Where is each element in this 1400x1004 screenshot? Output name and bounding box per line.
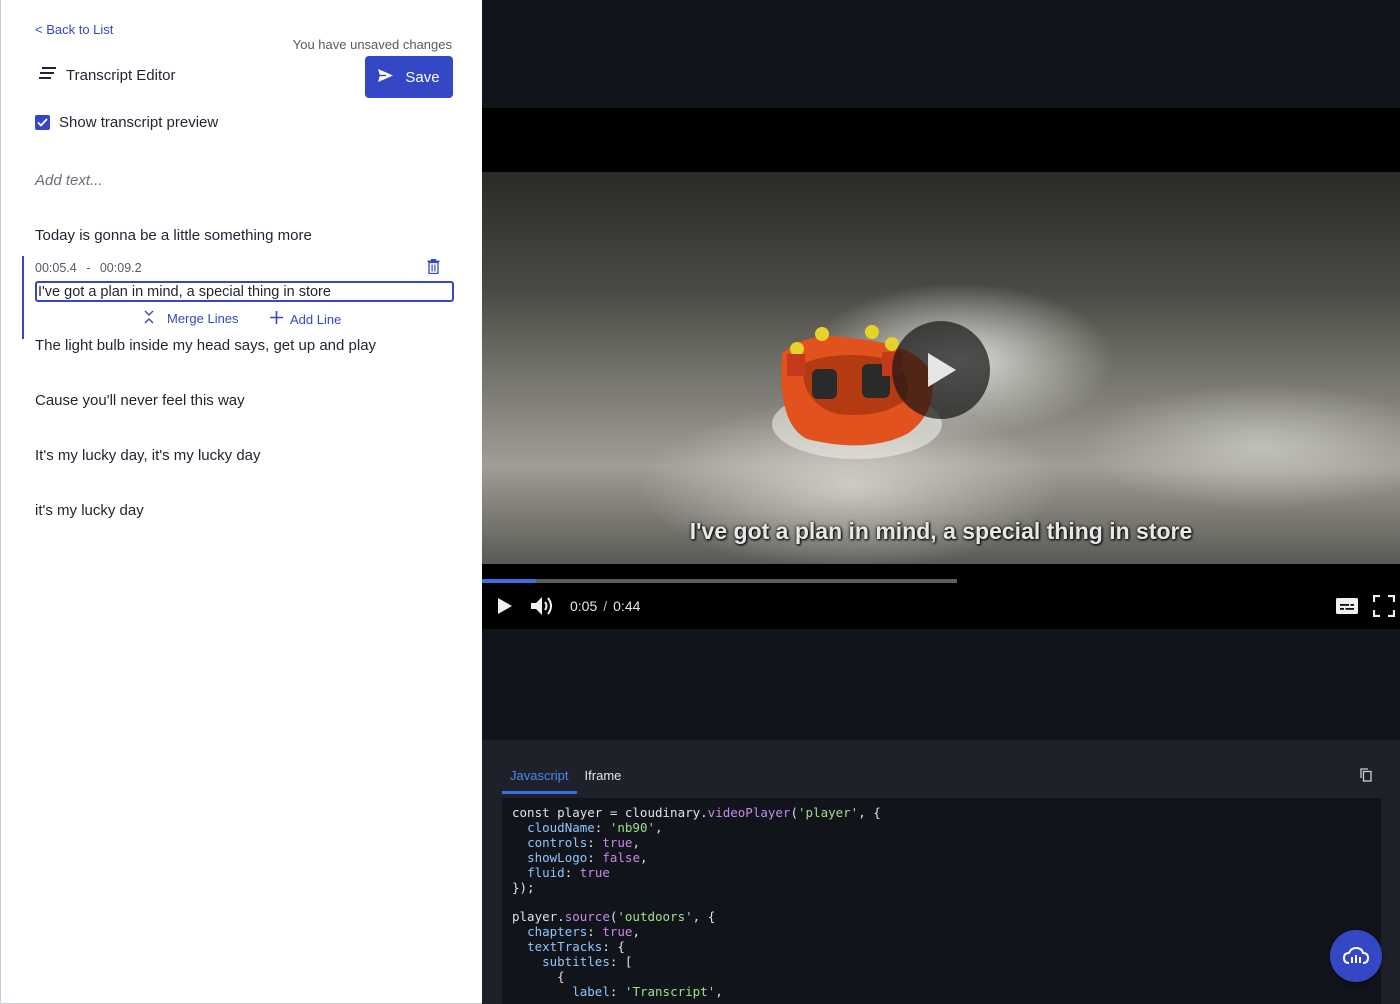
back-to-list-link[interactable]: < Back to List: [35, 22, 113, 37]
transcript-line[interactable]: it's my lucky day: [35, 502, 144, 519]
editor-header: Transcript Editor: [39, 66, 175, 84]
transcript-line[interactable]: The light bulb inside my head says, get …: [35, 337, 376, 354]
tab-iframe[interactable]: Iframe: [577, 762, 630, 794]
merge-icon: [143, 310, 155, 327]
line-end-time: 00:09.2: [99, 261, 142, 275]
active-line-indicator: [22, 256, 24, 339]
timecode-separator: -: [86, 261, 91, 275]
line-start-time: 00:05.4: [35, 261, 77, 275]
volume-icon[interactable]: [530, 595, 556, 617]
line-timecode: 00:05.4 - 00:09.2: [35, 261, 142, 275]
merge-lines-button[interactable]: Merge Lines: [143, 310, 239, 327]
progress-bar[interactable]: [482, 579, 957, 583]
send-icon: [378, 68, 394, 86]
add-text-input[interactable]: Add text...: [35, 172, 103, 189]
progress-fill: [482, 579, 537, 583]
play-icon[interactable]: [494, 595, 516, 617]
player-controls: 0:05 / 0:44: [482, 588, 1400, 624]
checkmark-icon[interactable]: [35, 115, 50, 130]
save-button[interactable]: Save: [365, 56, 453, 98]
video-subtitle: I've got a plan in mind, a special thing…: [689, 518, 1193, 544]
active-line-input[interactable]: [35, 281, 454, 302]
fullscreen-icon[interactable]: [1373, 595, 1395, 617]
show-preview-label: Show transcript preview: [59, 114, 219, 131]
time-display: 0:05 / 0:44: [570, 598, 640, 614]
video-player[interactable]: I've got a plan in mind, a special thing…: [482, 108, 1400, 629]
plus-icon: [269, 310, 284, 328]
copy-icon[interactable]: [1360, 768, 1372, 787]
play-icon: [928, 353, 956, 387]
code-snippet[interactable]: const player = cloudinary.videoPlayer('p…: [502, 798, 1381, 1004]
code-text: const player = cloudinary.videoPlayer('p…: [512, 805, 881, 999]
duration: 0:44: [613, 598, 641, 614]
big-play-button[interactable]: [892, 321, 990, 419]
current-time: 0:05: [570, 598, 598, 614]
code-tabs: Javascript Iframe: [502, 762, 629, 794]
embed-code-panel: Javascript Iframe const player = cloudin…: [482, 740, 1400, 1004]
save-button-label: Save: [405, 68, 440, 86]
merge-lines-label: Merge Lines: [167, 311, 239, 326]
transcript-editor-panel: < Back to List You have unsaved changes …: [0, 0, 482, 1004]
add-line-label: Add Line: [290, 311, 342, 327]
preview-panel: I've got a plan in mind, a special thing…: [482, 0, 1400, 1004]
transcript-line[interactable]: Today is gonna be a little something mor…: [35, 227, 312, 244]
add-line-button[interactable]: Add Line: [269, 310, 341, 328]
trash-icon[interactable]: [427, 259, 440, 279]
cloud-icon: [1343, 947, 1369, 964]
lines-icon: [39, 66, 56, 84]
time-separator: /: [603, 598, 608, 614]
video-frame[interactable]: I've got a plan in mind, a special thing…: [482, 172, 1400, 564]
transcript-line[interactable]: Cause you'll never feel this way: [35, 392, 245, 409]
captions-icon[interactable]: [1336, 597, 1358, 615]
cloud-button[interactable]: [1330, 930, 1382, 982]
unsaved-changes-notice: You have unsaved changes: [292, 37, 452, 52]
tab-javascript[interactable]: Javascript: [502, 762, 577, 794]
transcript-line[interactable]: It's my lucky day, it's my lucky day: [35, 447, 261, 464]
show-preview-checkbox[interactable]: Show transcript preview: [35, 114, 218, 131]
page-title: Transcript Editor: [66, 66, 176, 84]
